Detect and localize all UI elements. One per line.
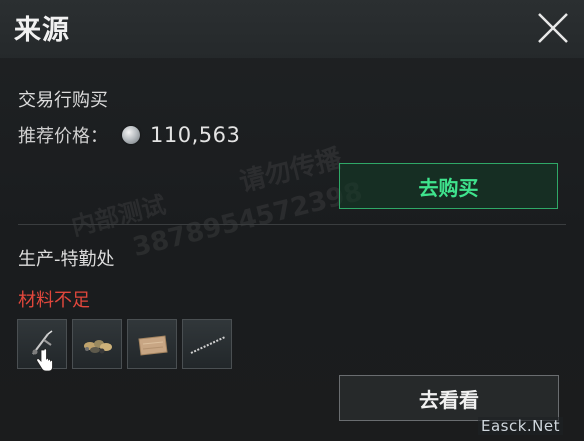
go-view-button[interactable]: 去看看 [339, 375, 559, 421]
material-slot[interactable] [72, 319, 122, 369]
panel-title: 来源 [14, 15, 70, 46]
material-slot[interactable] [182, 319, 232, 369]
material-slot[interactable] [17, 319, 67, 369]
fabric-item-icon [138, 335, 168, 356]
watermark-text: 内部测试 [68, 190, 169, 242]
recommended-price-row: 推荐价格： 110,563 [18, 121, 240, 149]
go-buy-button[interactable]: 去购买 [339, 163, 558, 209]
panel-header: 来源 [0, 0, 584, 58]
wire-item-icon [190, 336, 226, 354]
watermark-text: 请勿传播 [236, 143, 345, 199]
material-slots [17, 319, 232, 369]
section-divider [18, 224, 566, 225]
price-value: 110,563 [150, 123, 241, 147]
watermark-text: 3878954572398 [129, 176, 366, 264]
material-status: 材料不足 [18, 290, 90, 311]
tool-item-icon [32, 330, 53, 355]
market-section-title: 交易行购买 [18, 90, 108, 111]
material-slot[interactable] [127, 319, 177, 369]
production-section-title: 生产-特勤处 [18, 249, 115, 270]
price-label: 推荐价格： [18, 126, 108, 147]
site-watermark: Easck.Net [478, 417, 564, 435]
silver-coin-icon [122, 126, 140, 144]
close-button[interactable] [530, 6, 576, 50]
close-icon [538, 13, 568, 43]
source-panel: 来源 请勿传播 内部测试 3878954572398 交易行购买 推荐价格： 1… [0, 0, 584, 441]
parts-pile-icon [84, 340, 112, 354]
